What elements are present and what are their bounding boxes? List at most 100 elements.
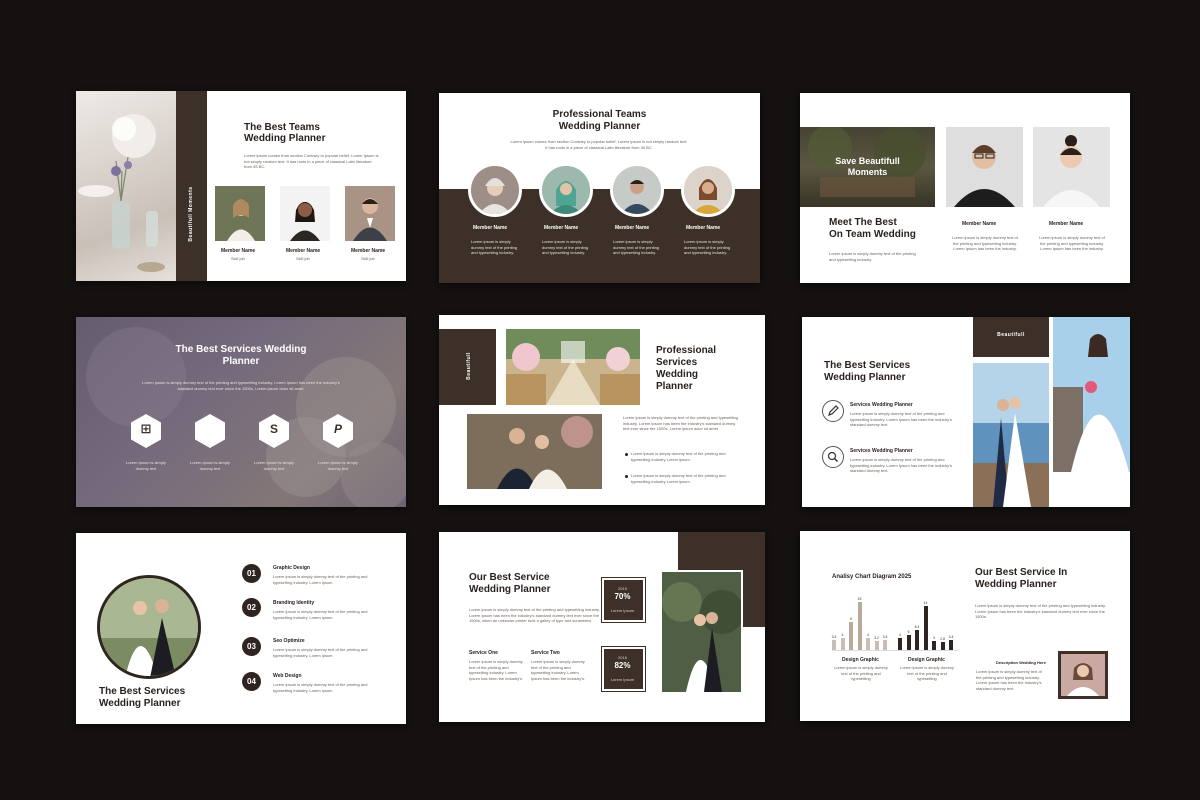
slide-professional-teams[interactable]: Professional Teams Wedding Planner Lorem… — [439, 93, 760, 283]
icon-desc: Lorem Ipsum is simply dummy text — [318, 460, 358, 471]
service-desc: Lorem ipsum is simply dummy text of the … — [469, 659, 524, 681]
chart-bar — [923, 605, 928, 651]
member-avatar-3 — [610, 163, 664, 217]
member-desc: Lorem ipsum is simply dummy text of the … — [684, 239, 731, 255]
chart-group-desc: Lorem ipsum is simply dummy text of the … — [900, 665, 954, 681]
slide-title-line1: The Best Services Wedding — [175, 344, 307, 355]
step-number: 02 — [242, 598, 261, 617]
slide-title-line1: Meet The Best — [829, 217, 897, 228]
edit-icon — [822, 400, 844, 422]
slide-title-line2: Wedding Planner — [469, 584, 551, 595]
chart-bar — [857, 602, 862, 651]
slide-title-line1: Our Best Service In — [975, 567, 1068, 578]
stat-year: 2015 — [618, 586, 627, 591]
slide-best-services-icons[interactable]: The Best Services Wedding Planner Lorem … — [76, 317, 406, 507]
slide-title-line2: Wedding Planner — [99, 698, 181, 709]
side-label: Beautifull Moments — [188, 186, 194, 242]
slide-title-line2: Wedding Planner — [824, 372, 906, 383]
member-name: Member Name — [221, 248, 256, 254]
slide-title-line2: Planner — [222, 356, 260, 367]
slide-body: Lorem ipsum is simply dummy text of the … — [142, 380, 340, 391]
member-name: Member Name — [615, 225, 650, 231]
table-centerpiece-photo — [76, 91, 176, 281]
paypal-icon: P — [333, 422, 342, 436]
bullet-text: Lorem ipsum is simply dummy text of the … — [631, 473, 726, 484]
step-desc: Lorem ipsum is simply dummy text of the … — [273, 682, 368, 693]
slide-best-services-list[interactable]: Beautifull The Best Services Wedding Pla… — [802, 317, 1130, 507]
member-desc: Lorem ipsum is simply dummy text of the … — [613, 239, 660, 255]
slide-title-line1: Professional — [656, 345, 717, 356]
slide-title-line2: On Team Wedding — [829, 229, 916, 240]
chart-bar-value: 14 — [923, 600, 928, 605]
description-title: Description Wedding Here — [996, 660, 1046, 665]
label-block: Beautifull — [973, 317, 1049, 357]
overlay-title-line2: Moments — [847, 167, 888, 177]
couple-photo — [467, 414, 602, 489]
chart-bar-value: 5 — [907, 629, 910, 634]
chart-bar-value: 6.4 — [914, 625, 920, 630]
icon-desc: Lorem Ipsum is simply dummy text — [190, 460, 230, 471]
chart-group-label: Design Graphic — [908, 657, 945, 663]
step-desc: Lorem ipsum is simply dummy text of the … — [273, 609, 368, 620]
stat-percent: 82% — [614, 661, 631, 670]
slide-body: Lorem ipsum comes from section Contrary … — [244, 153, 379, 169]
slide-title-line1: The Best Services — [99, 686, 186, 697]
bullet-dot — [625, 475, 628, 478]
slide-title-line1: The Best Services — [824, 360, 911, 371]
slide-our-best-service[interactable]: Our Best Service Wedding Planner Lorem i… — [439, 532, 765, 722]
couple-seaside-photo — [973, 363, 1049, 507]
side-label-strip: Beautifull Moments — [176, 91, 207, 281]
member-name: Member Name — [473, 225, 508, 231]
service-item-title: Services Wedding Planner — [850, 448, 913, 454]
slide-best-teams[interactable]: Beautifull Moments The Best Teams Weddin… — [76, 91, 406, 281]
block-label: Beautifull — [997, 332, 1025, 338]
service-item-title: Services Wedding Planner — [850, 402, 913, 408]
service-desc: Lorem ipsum is simply dummy text of the … — [531, 659, 586, 681]
slide-body: Lorem ipsum is simply dummy text of the … — [623, 415, 738, 431]
step-title: Seo Optimize — [273, 638, 305, 644]
slide-chart[interactable]: Analisy Chart Diagram 2025 3.4 4 9 15 4 3.2 3.… — [800, 531, 1130, 721]
slide-title-line1: Professional Teams — [552, 109, 647, 120]
member-role: Skill job — [231, 256, 245, 261]
chart-group-label: Design Graphic — [842, 657, 879, 663]
step-title: Branding Identity — [273, 600, 315, 606]
member-photo-3 — [345, 186, 395, 241]
member-desc: Lorem ipsum is simply dummy text of the … — [542, 239, 589, 255]
stat-label: Lorem Ipsum — [610, 608, 635, 613]
slide-title-line2: Wedding Planner — [975, 579, 1057, 590]
service-item-desc: Lorem ipsum is simply dummy text of the … — [850, 457, 952, 473]
bar-chart: 3.4 4 9 15 4 3.2 3.4 4 5 6.4 14 3 2.8 3.4 — [832, 589, 962, 651]
slide-meet-the-best[interactable]: Save Beautifull Moments Meet The Best On… — [800, 93, 1130, 283]
search-icon — [822, 446, 844, 468]
slide-title-line4: Planner — [656, 381, 693, 392]
chart-bar-value: 9 — [850, 616, 852, 621]
bullet-text: Lorem ipsum is simply dummy text of the … — [631, 451, 726, 462]
step-title: Web Design — [273, 673, 302, 679]
service-item-desc: Lorem ipsum is simply dummy text of the … — [850, 411, 952, 427]
chart-bar — [906, 634, 911, 651]
slide-body: Lorem ipsum comes from section Contrary … — [510, 139, 688, 150]
slide-body: Lorem ipsum is simply dummy text of the … — [469, 607, 600, 623]
slide-professional-services[interactable]: Beautifull Professional Services Wedding… — [439, 315, 765, 505]
chart-bar-value: 15 — [857, 597, 862, 602]
bride-portrait-photo — [1058, 651, 1108, 699]
service-title: Service Two — [531, 650, 560, 656]
member-name: Member Name — [351, 248, 386, 254]
icon-desc: Lorem Ipsum is simply dummy text — [254, 460, 294, 471]
icon-desc: Lorem Ipsum is simply dummy text — [126, 460, 166, 471]
service-title: Service One — [469, 650, 498, 656]
step-title: Graphic Design — [273, 565, 310, 571]
member-name: Member Name — [962, 221, 997, 227]
slide-title-line3: Wedding — [656, 369, 699, 380]
chart-bar — [915, 630, 919, 651]
member-avatar-2 — [539, 163, 593, 217]
chart-title: Analisy Chart Diagram 2025 — [832, 574, 912, 580]
step-number: 03 — [242, 637, 261, 656]
stat-percent: 70% — [614, 592, 631, 601]
member-name: Member Name — [686, 225, 721, 231]
couple-forest-photo — [660, 570, 743, 694]
step-desc: Lorem ipsum is simply dummy text of the … — [273, 647, 368, 658]
slide-numbered-services[interactable]: The Best Services Wedding Planner 01 Gra… — [76, 533, 406, 724]
slide-body: Lorem ipsum is simply dummy text of the … — [975, 603, 1106, 619]
slide-title-line1: Our Best Service — [469, 572, 550, 583]
